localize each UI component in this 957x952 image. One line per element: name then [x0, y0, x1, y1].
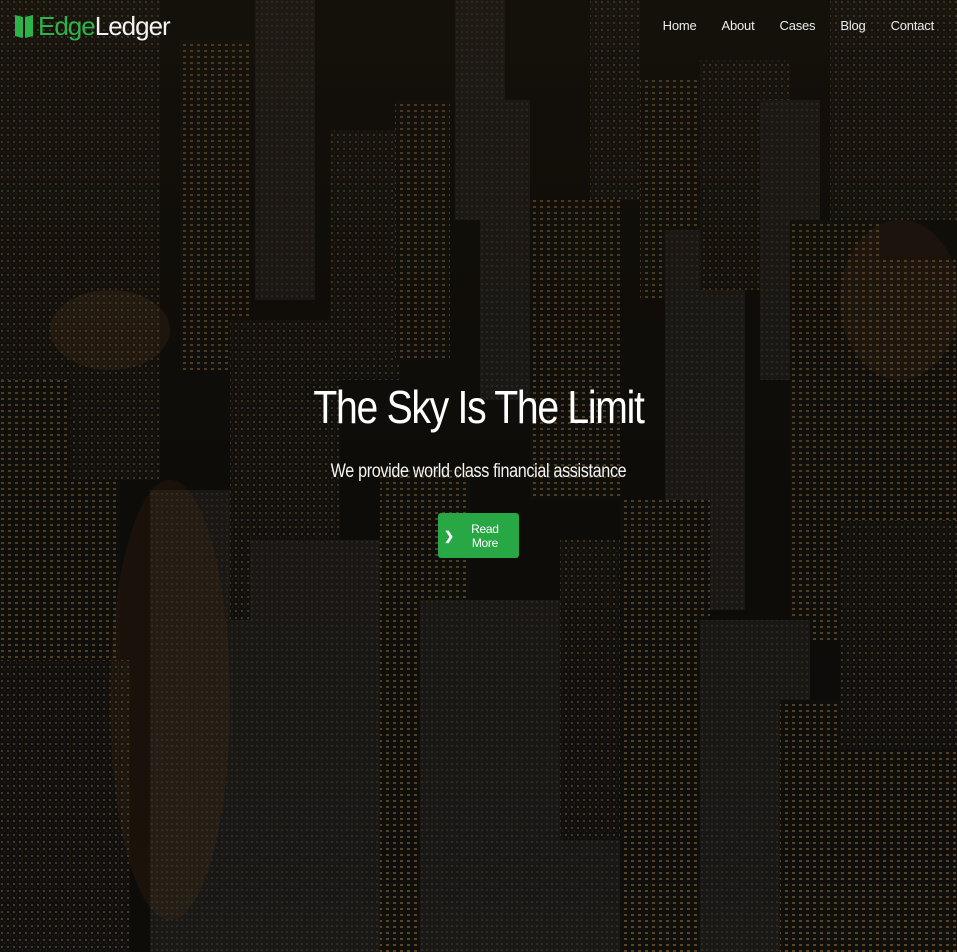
- read-more-button[interactable]: ❯ Read More: [438, 513, 519, 559]
- chevron-right-icon: ❯: [444, 528, 454, 543]
- brand-name-edge: Edge: [38, 11, 96, 41]
- nav-link-home[interactable]: Home: [663, 18, 697, 33]
- hero-subtitle: We provide world class financial assista…: [330, 461, 627, 483]
- nav-link-blog[interactable]: Blog: [840, 18, 865, 33]
- nav-link-cases[interactable]: Cases: [780, 18, 816, 33]
- hero-section: EdgeLedger Home About Cases Blog Contact…: [0, 0, 957, 952]
- brand-logo-link[interactable]: EdgeLedger: [14, 11, 171, 41]
- nav-link-contact[interactable]: Contact: [891, 18, 935, 33]
- read-more-label: Read More: [471, 521, 499, 550]
- main-nav: Home About Cases Blog Contact: [638, 18, 935, 33]
- navbar: EdgeLedger Home About Cases Blog Contact: [0, 0, 957, 58]
- nav-link-about[interactable]: About: [722, 18, 755, 33]
- hero-content: The Sky Is The Limit We provide world cl…: [0, 380, 957, 559]
- brand-name: EdgeLedger: [38, 11, 171, 41]
- brand-name-ledger: Ledger: [94, 11, 171, 41]
- hero-title: The Sky Is The Limit: [313, 381, 644, 433]
- book-icon: [15, 15, 33, 38]
